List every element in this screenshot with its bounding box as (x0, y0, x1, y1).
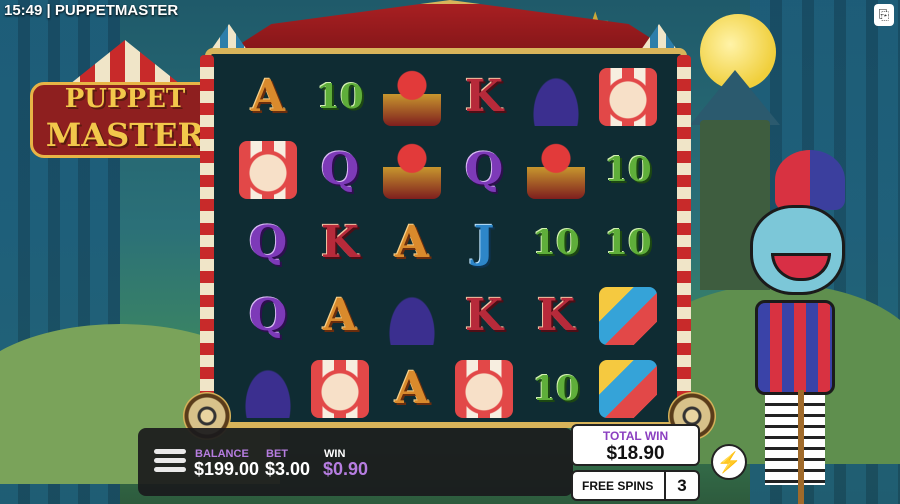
hamburger-menu-icon[interactable] (154, 446, 186, 480)
bunny-hat-icon: bunny-hat (383, 286, 441, 345)
castle-roof (690, 70, 780, 125)
reel-cell: cannon (592, 279, 664, 352)
symbol-q: Q (248, 217, 288, 268)
symbol-k: K (320, 217, 360, 268)
symbol-k: K (536, 290, 576, 341)
clown-popcorn-icon: clown-popcorn (455, 359, 513, 418)
right-pillar (677, 55, 691, 405)
reel-cell: A (376, 352, 448, 425)
reel-cell: Q (232, 206, 304, 279)
clown-popcorn-icon: clown-popcorn (311, 359, 369, 418)
symbol-a: A (394, 363, 430, 414)
logo-text-line1: PUPPET (64, 84, 186, 114)
symbol-q: Q (248, 290, 288, 341)
reel-cell: Q (232, 279, 304, 352)
status-separator: | (46, 2, 51, 19)
bet-value[interactable]: $3.00 (265, 459, 310, 480)
balance-value: $199.00 (194, 459, 260, 479)
total-win-label: TOTAL WIN (602, 429, 669, 443)
bunny-hat-icon: bunny-hat (239, 359, 297, 418)
reel-cell: clown-popcorn (232, 133, 304, 206)
left-pillar (200, 55, 214, 405)
puppet-stick (798, 390, 804, 504)
jester-puppet (720, 150, 890, 500)
reel-cell: Q (448, 133, 520, 206)
status-bar: 15:49 | PUPPETMASTER (4, 2, 178, 19)
game-stage: ★ 15:49 | PUPPETMASTER ⎘ PUPPET MASTER A… (0, 0, 900, 504)
reel-cell: jack-in-box (376, 133, 448, 206)
reel-cell: jack-in-box (376, 60, 448, 133)
reel-cell: J (448, 206, 520, 279)
free-spins-panel: FREE SPINS 3 (571, 470, 700, 501)
reel-cell: A (376, 206, 448, 279)
win-value: $0.90 (323, 459, 369, 479)
total-win-value: $18.90 (606, 443, 665, 464)
symbol-a: A (250, 71, 286, 122)
reel-cell: A (304, 279, 376, 352)
reel-cell: clown-popcorn (448, 352, 520, 425)
reel-cell: 10 (592, 206, 664, 279)
clock-time: 15:49 (4, 2, 43, 19)
symbol-10: 10 (604, 149, 652, 190)
logo-text-line2: MASTER (45, 116, 205, 154)
reel-cell: jack-in-box (520, 133, 592, 206)
symbol-10: 10 (532, 368, 580, 409)
free-spins-count: 3 (664, 472, 698, 499)
jester-mouth (771, 253, 831, 281)
reel-cell: 10 (520, 352, 592, 425)
symbol-10: 10 (532, 222, 580, 263)
reel-cell: A (232, 60, 304, 133)
reel-cell: clown-popcorn (592, 60, 664, 133)
symbol-a: A (322, 290, 358, 341)
cannon-icon: cannon (599, 359, 657, 418)
reel-cell: bunny-hat (232, 352, 304, 425)
reel-cell: 10 (592, 133, 664, 206)
game-logo: PUPPET MASTER (30, 40, 220, 158)
reel-grid: A10jack-in-boxKbunny-hatclown-popcornclo… (232, 60, 664, 425)
game-title: PUPPETMASTER (54, 2, 179, 19)
reel-cell: K (448, 60, 520, 133)
symbol-k: K (464, 71, 504, 122)
clown-popcorn-icon: clown-popcorn (599, 67, 657, 126)
free-spins-label: FREE SPINS (582, 479, 654, 493)
reel-cell: 10 (520, 206, 592, 279)
jack-in-box-icon: jack-in-box (383, 67, 441, 126)
cannon-icon: cannon (599, 286, 657, 345)
lightning-bolt-icon[interactable]: ⚡ (711, 444, 747, 480)
reel-cell: clown-popcorn (304, 352, 376, 425)
total-win-panel: TOTAL WIN $18.90 (571, 424, 700, 466)
paperclip-icon[interactable]: ⎘ (874, 4, 894, 26)
reel-cell: K (520, 279, 592, 352)
reel-cell: bunny-hat (376, 279, 448, 352)
symbol-k: K (464, 290, 504, 341)
symbol-q: Q (464, 144, 504, 195)
symbol-q: Q (320, 144, 360, 195)
jester-face (750, 205, 845, 295)
reel-cell: K (304, 206, 376, 279)
clown-popcorn-icon: clown-popcorn (239, 140, 297, 199)
reel-cell: Q (304, 133, 376, 206)
jack-in-box-icon: jack-in-box (527, 140, 585, 199)
jester-hat (775, 150, 845, 210)
reel-cell: bunny-hat (520, 60, 592, 133)
jester-body (755, 300, 835, 395)
symbol-10: 10 (316, 76, 364, 117)
bunny-hat-icon: bunny-hat (527, 67, 585, 126)
reel-cell: K (448, 279, 520, 352)
jester-legs (765, 395, 825, 485)
symbol-10: 10 (604, 222, 652, 263)
symbol-j: J (473, 217, 495, 268)
reel-cell: cannon (592, 352, 664, 425)
jack-in-box-icon: jack-in-box (383, 140, 441, 199)
symbol-a: A (394, 217, 430, 268)
reel-cell: 10 (304, 60, 376, 133)
